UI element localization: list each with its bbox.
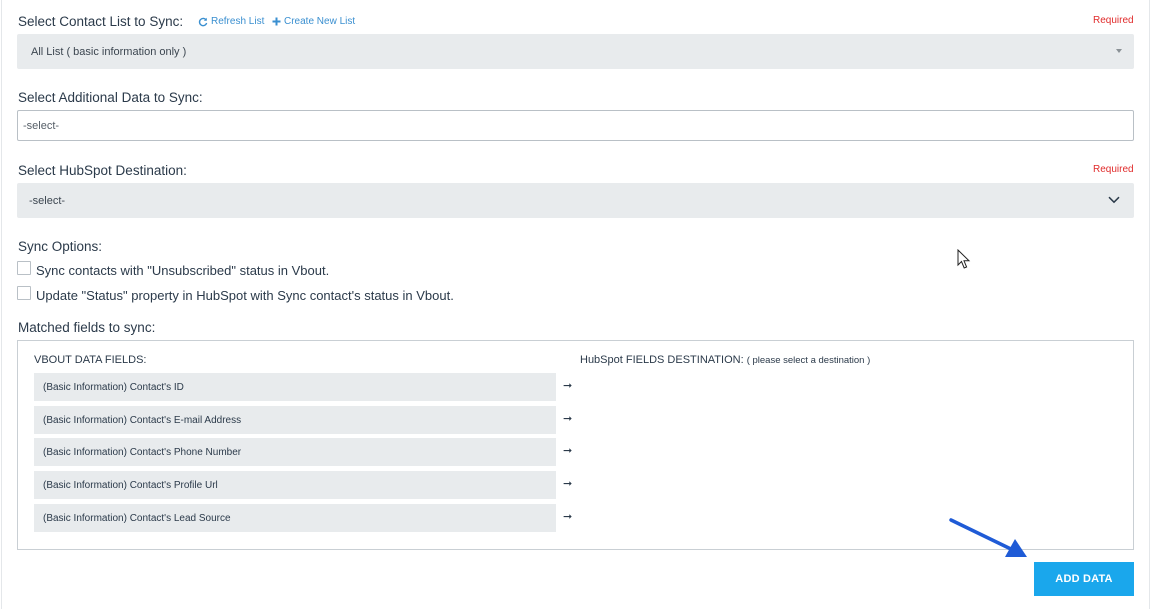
contact-list-select[interactable]: All List ( basic information only ) [17,34,1134,69]
mouse-cursor-icon [957,249,971,269]
additional-data-label: Select Additional Data to Sync: [18,90,203,105]
hubspot-header-hint: ( please select a destination ) [746,355,871,366]
hubspot-fields-header: HubSpot FIELDS DESTINATION: ( please sel… [580,354,870,366]
create-new-list-link[interactable]: Create New List [272,16,355,27]
vbout-fields-header: VBOUT DATA FIELDS: [34,354,147,366]
right-arrow-icon: ➞ [563,413,573,425]
caret-down-icon [1116,49,1122,53]
unsubscribed-option-label: Sync contacts with "Unsubscribed" status… [36,263,330,278]
field-row-contact-id: (Basic Information) Contact's ID [34,373,556,401]
contact-list-value: All List ( basic information only ) [31,45,187,58]
refresh-list-link[interactable]: Refresh List [198,16,264,27]
destination-select[interactable]: -select- [17,183,1134,218]
plus-icon [272,17,281,26]
field-label: (Basic Information) Contact's Lead Sourc… [43,512,231,524]
destination-required: Required [1093,164,1134,175]
sync-options-label: Sync Options: [18,239,103,254]
additional-data-select[interactable]: -select- [17,110,1134,141]
destination-label: Select HubSpot Destination: [18,163,187,178]
matched-fields-label: Matched fields to sync: [18,320,156,335]
right-arrow-icon: ➞ [563,478,573,490]
hubspot-header-text: HubSpot FIELDS DESTINATION: [580,354,744,366]
refresh-list-label: Refresh List [211,16,265,27]
right-arrow-icon: ➞ [563,511,573,523]
right-arrow-icon: ➞ [563,380,573,392]
update-status-checkbox[interactable] [17,286,31,300]
unsubscribed-checkbox[interactable] [17,261,31,275]
field-row-profile-url: (Basic Information) Contact's Profile Ur… [34,471,556,499]
field-label: (Basic Information) Contact's Phone Numb… [43,446,242,458]
field-label: (Basic Information) Contact's E-mail Add… [43,414,242,426]
field-row-phone: (Basic Information) Contact's Phone Numb… [34,438,556,466]
refresh-icon [198,17,208,26]
create-new-list-label: Create New List [284,16,356,27]
annotation-arrow-icon [949,518,1027,557]
destination-value: -select- [29,194,66,207]
field-row-lead-source: (Basic Information) Contact's Lead Sourc… [34,504,556,532]
contact-list-required: Required [1093,15,1134,26]
right-arrow-icon: ➞ [563,445,573,457]
update-status-option-label: Update "Status" property in HubSpot with… [36,288,454,303]
contact-list-label: Select Contact List to Sync: [18,14,184,29]
field-row-email: (Basic Information) Contact's E-mail Add… [34,406,556,434]
chevron-down-icon [1108,196,1120,204]
additional-data-placeholder: -select- [23,119,60,132]
field-label: (Basic Information) Contact's Profile Ur… [43,479,218,491]
field-label: (Basic Information) Contact's ID [43,381,184,393]
add-data-button[interactable]: ADD DATA [1034,562,1134,596]
